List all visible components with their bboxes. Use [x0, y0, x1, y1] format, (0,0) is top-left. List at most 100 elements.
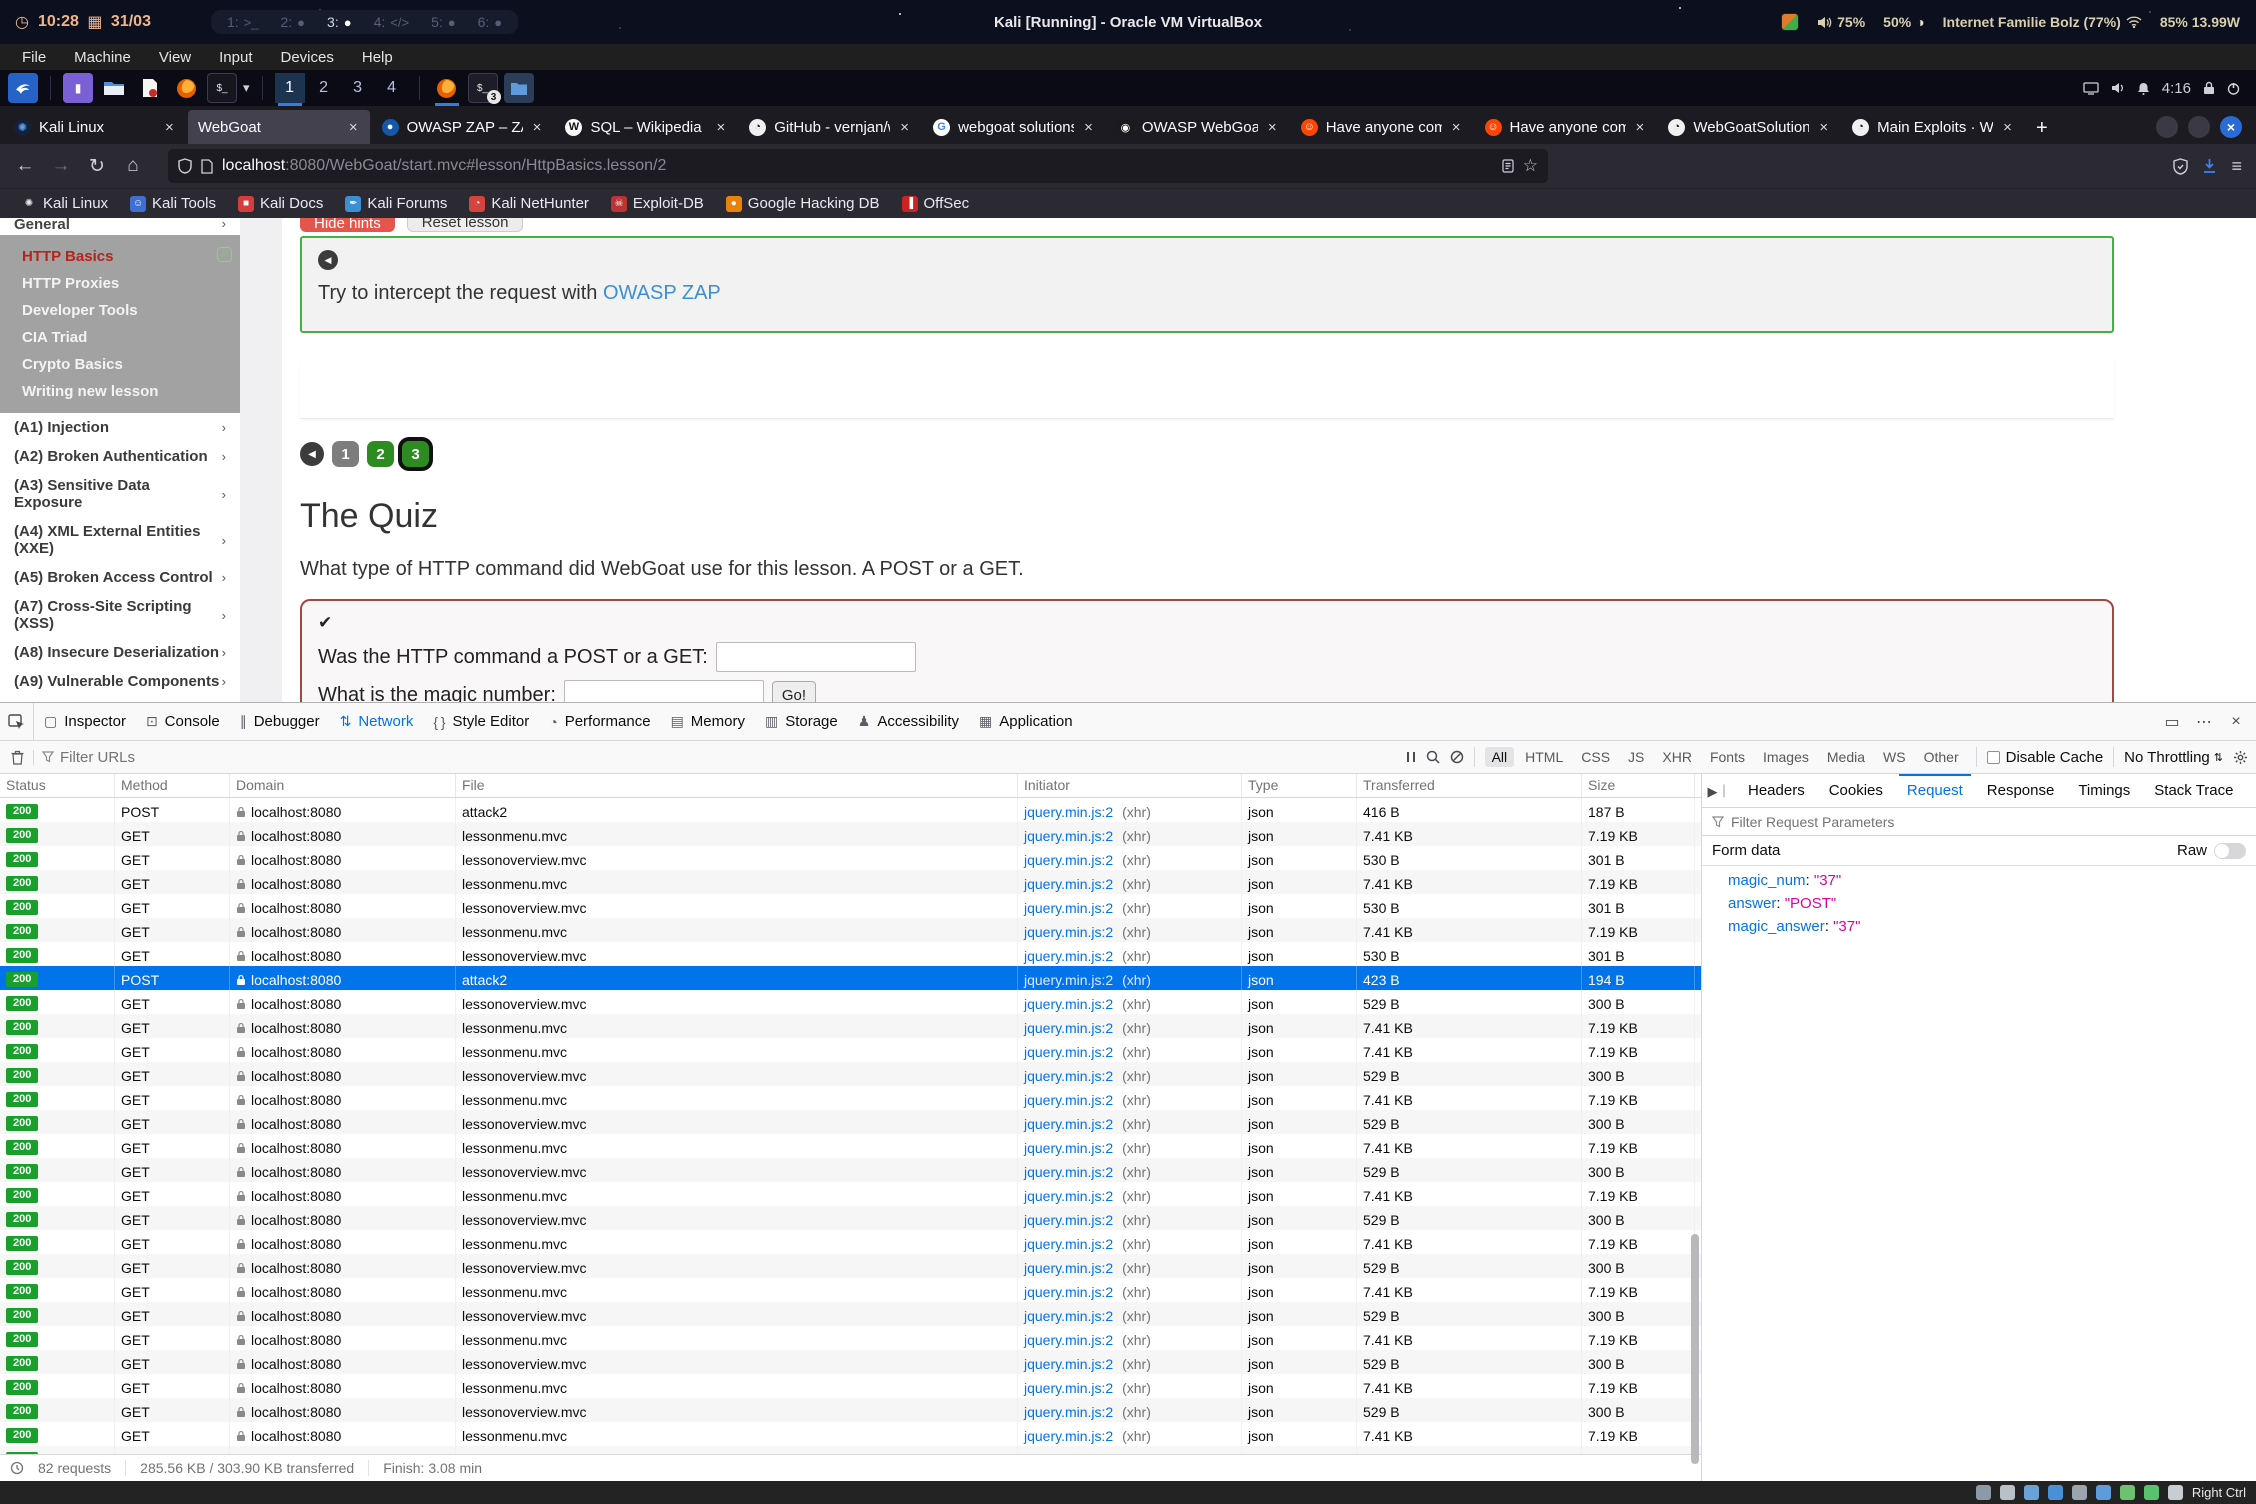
filter-pill-ws[interactable]: WS	[1876, 747, 1913, 767]
network-request-row[interactable]: 200GETlocalhost:8080lessonoverview.mvcjq…	[0, 894, 1701, 918]
detail-tab-response[interactable]: Response	[1975, 774, 2067, 805]
browser-tab-0[interactable]: ✺Kali Linux×	[4, 110, 186, 144]
devtools-tab-console[interactable]: ⊡Console	[136, 703, 230, 740]
sidebar-lesson-http-proxies[interactable]: HTTP Proxies	[0, 270, 240, 297]
browser-tab-6[interactable]: ◉OWASP WebGoat: G×	[1107, 110, 1289, 144]
initiator-link[interactable]: jquery.min.js:2	[1024, 924, 1113, 940]
initiator-link[interactable]: jquery.min.js:2	[1024, 1212, 1113, 1228]
column-header-file[interactable]: File	[456, 774, 1018, 797]
usb-icon[interactable]	[2072, 1485, 2087, 1500]
sidebar-category[interactable]: (A7) Cross-Site Scripting (XSS)›	[0, 592, 240, 638]
virtualbox-dock-icon[interactable]	[1781, 13, 1799, 31]
bookmark-exploitdb[interactable]: ☠Exploit-DB	[602, 193, 713, 214]
home-button[interactable]: ⌂	[118, 151, 148, 181]
page-info-icon[interactable]	[201, 159, 213, 174]
go-button[interactable]: Go!	[772, 681, 816, 702]
sidebar-category[interactable]: (A1) Injection›	[0, 413, 240, 442]
detail-tab-request[interactable]: Request	[1895, 774, 1975, 805]
sidebar-lesson-writing-new-lesson[interactable]: Writing new lesson	[0, 378, 240, 405]
devtools-tab-performance[interactable]: ◔Performance	[539, 703, 660, 740]
tab-close-icon[interactable]: ×	[1450, 119, 1463, 136]
taskbar-workspace-1[interactable]: 1	[275, 73, 305, 103]
initiator-link[interactable]: jquery.min.js:2	[1024, 1356, 1113, 1372]
filter-pill-js[interactable]: JS	[1621, 747, 1651, 767]
browser-tab-4[interactable]: ◔GitHub - vernjan/we×	[739, 110, 921, 144]
menubar-item-input[interactable]: Input	[207, 47, 264, 68]
volume-indicator[interactable]: 75%	[1817, 14, 1865, 30]
shared-folder-icon[interactable]	[2096, 1485, 2111, 1500]
network-indicator[interactable]: Internet Familie Bolz (77%)	[1943, 14, 2142, 30]
devtools-tab-debugger[interactable]: ∥Debugger	[230, 703, 330, 740]
menubar-item-help[interactable]: Help	[350, 47, 405, 68]
devtools-meatball-menu-icon[interactable]: ⋯	[2190, 708, 2218, 736]
detail-tab-cookies[interactable]: Cookies	[1817, 774, 1895, 805]
bookmark-offsec[interactable]: ▐OffSec	[893, 193, 979, 214]
tab-close-icon[interactable]: ×	[1266, 119, 1279, 136]
network-request-row[interactable]: 200GETlocalhost:8080lessonmenu.mvcjquery…	[0, 1422, 1701, 1446]
initiator-link[interactable]: jquery.min.js:2	[1024, 900, 1113, 916]
host-workspace-4[interactable]: 4:</>	[374, 14, 409, 30]
menubar-item-devices[interactable]: Devices	[269, 47, 346, 68]
tab-close-icon[interactable]: ×	[714, 119, 727, 136]
pagination-page-1[interactable]: 1	[332, 441, 359, 467]
column-header-initiator[interactable]: Initiator	[1018, 774, 1242, 797]
tab-close-icon[interactable]: ×	[898, 119, 911, 136]
network-request-row[interactable]: 200GETlocalhost:8080lessonmenu.mvcjquery…	[0, 918, 1701, 942]
new-tab-button[interactable]: +	[2024, 117, 2060, 144]
network-request-row[interactable]: 200GETlocalhost:8080lessonoverview.mvcjq…	[0, 1158, 1701, 1182]
hamburger-menu-icon[interactable]: ≡	[2231, 156, 2242, 177]
column-header-type[interactable]: Type	[1242, 774, 1357, 797]
bookmark-ghdb[interactable]: ●Google Hacking DB	[717, 193, 889, 214]
firefox-launcher-icon[interactable]	[171, 73, 201, 103]
tab-close-icon[interactable]: ×	[531, 119, 544, 136]
recording-icon[interactable]	[2144, 1485, 2159, 1500]
pagination-page-3[interactable]: 3	[402, 441, 429, 467]
host-workspace-2[interactable]: 2:●	[280, 14, 305, 30]
owasp-zap-link[interactable]: OWASP ZAP	[603, 282, 721, 304]
http-command-input[interactable]	[716, 642, 916, 672]
menubar-item-machine[interactable]: Machine	[62, 47, 143, 68]
network-request-row[interactable]: 200GETlocalhost:8080lessonoverview.mvcjq…	[0, 1302, 1701, 1326]
network-request-row[interactable]: 200GETlocalhost:8080lessonoverview.mvcjq…	[0, 1350, 1701, 1374]
taskbar-workspace-4[interactable]: 4	[377, 73, 407, 103]
initiator-link[interactable]: jquery.min.js:2	[1024, 1140, 1113, 1156]
network-request-row[interactable]: 200GETlocalhost:8080lessonmenu.mvcjquery…	[0, 1182, 1701, 1206]
initiator-link[interactable]: jquery.min.js:2	[1024, 948, 1113, 964]
browser-tab-10[interactable]: ◔Main Exploits · WebG×	[1842, 110, 2024, 144]
pick-element-icon[interactable]	[0, 703, 34, 740]
tab-close-icon[interactable]: ×	[347, 119, 360, 136]
pagination-prev-icon[interactable]: ◀	[300, 442, 324, 466]
initiator-link[interactable]: jquery.min.js:2	[1024, 1188, 1113, 1204]
notification-bell-icon[interactable]	[2137, 82, 2150, 95]
browser-tab-8[interactable]: ☺Have anyone comple×	[1475, 110, 1657, 144]
hide-hints-button[interactable]: Hide hints	[300, 218, 395, 232]
column-header-domain[interactable]: Domain	[230, 774, 456, 797]
menubar-item-file[interactable]: File	[10, 47, 58, 68]
network-request-row[interactable]: 200POSTlocalhost:8080attack2jquery.min.j…	[0, 798, 1701, 822]
pagination-page-2[interactable]: 2	[367, 441, 394, 467]
power-indicator[interactable]: 85% 13.99W	[2160, 14, 2240, 30]
hint-prev-arrow-icon[interactable]: ◀	[318, 250, 338, 270]
initiator-link[interactable]: jquery.min.js:2	[1024, 1044, 1113, 1060]
minimize-button[interactable]	[2156, 116, 2178, 138]
folder-window-button[interactable]	[504, 73, 534, 103]
sidebar-lesson-developer-tools[interactable]: Developer Tools	[0, 297, 240, 324]
network-request-row[interactable]: 200GETlocalhost:8080lessonmenu.mvcjquery…	[0, 1086, 1701, 1110]
network-request-row[interactable]: 200GETlocalhost:8080lessonoverview.mvcjq…	[0, 942, 1701, 966]
tab-close-icon[interactable]: ×	[163, 119, 176, 136]
taskbar-workspace-2[interactable]: 2	[309, 73, 339, 103]
tab-close-icon[interactable]: ×	[1817, 119, 1830, 136]
filter-pill-fonts[interactable]: Fonts	[1703, 747, 1752, 767]
taskbar-clock[interactable]: 4:16	[2162, 80, 2191, 97]
initiator-link[interactable]: jquery.min.js:2	[1024, 1068, 1113, 1084]
lock-screen-icon[interactable]	[2203, 81, 2215, 95]
display-icon[interactable]	[2120, 1485, 2135, 1500]
network-request-row[interactable]: 200GETlocalhost:8080lessonoverview.mvcjq…	[0, 1110, 1701, 1134]
sidebar-lesson-cia-triad[interactable]: CIA Triad	[0, 324, 240, 351]
power-button-icon[interactable]	[2227, 82, 2240, 95]
audio-icon[interactable]	[2024, 1485, 2039, 1500]
network-request-row[interactable]: 200GETlocalhost:8080lessonmenu.mvcjquery…	[0, 870, 1701, 894]
network-settings-gear-icon[interactable]	[2233, 750, 2248, 765]
network-request-row[interactable]: 200GETlocalhost:8080lessonmenu.mvcjquery…	[0, 1326, 1701, 1350]
network-list-scrollbar[interactable]	[1691, 1234, 1699, 1464]
